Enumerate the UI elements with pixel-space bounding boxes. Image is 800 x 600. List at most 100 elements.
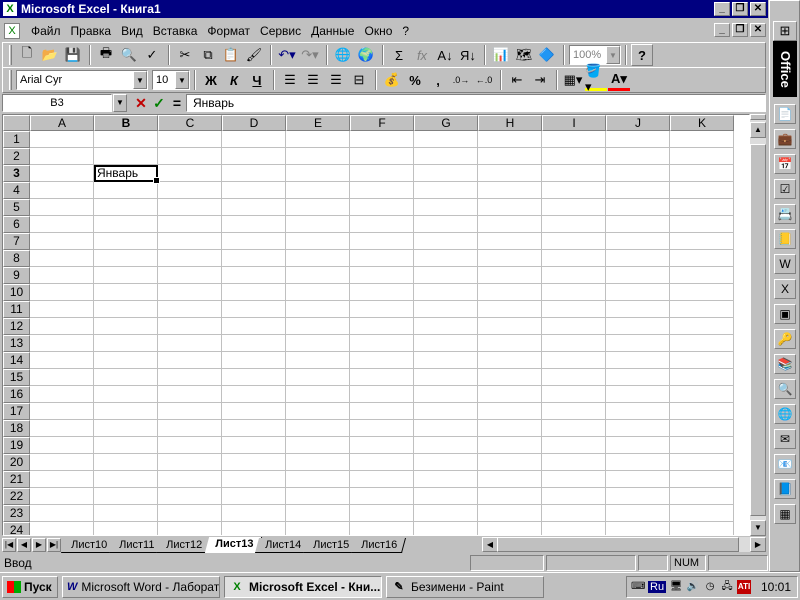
cell-b7[interactable] — [94, 233, 158, 250]
cell-h11[interactable] — [478, 301, 542, 318]
cell-a8[interactable] — [30, 250, 94, 267]
journal-icon[interactable]: 📒 — [774, 229, 796, 249]
cell-e18[interactable] — [286, 420, 350, 437]
prev-sheet-button[interactable]: ◀ — [17, 537, 31, 552]
cell-k10[interactable] — [670, 284, 734, 301]
cell-i19[interactable] — [542, 437, 606, 454]
sheet-tab[interactable]: Лист12 — [156, 538, 212, 553]
increase-indent-icon[interactable]: ⇥ — [529, 69, 551, 91]
format-painter-icon[interactable]: 🖌 — [243, 44, 265, 66]
cell-j9[interactable] — [606, 267, 670, 284]
cell-d19[interactable] — [222, 437, 286, 454]
workbook-icon[interactable]: X — [4, 23, 20, 39]
cell-j2[interactable] — [606, 148, 670, 165]
cell-h20[interactable] — [478, 454, 542, 471]
cell-c12[interactable] — [158, 318, 222, 335]
menu-edit[interactable]: Правка — [66, 24, 117, 38]
cell-a7[interactable] — [30, 233, 94, 250]
cell-f18[interactable] — [350, 420, 414, 437]
column-header-k[interactable]: K — [670, 115, 734, 131]
cell-e20[interactable] — [286, 454, 350, 471]
cell-j18[interactable] — [606, 420, 670, 437]
cell-i20[interactable] — [542, 454, 606, 471]
undo-icon[interactable]: ↶▾ — [276, 44, 298, 66]
cell-f20[interactable] — [350, 454, 414, 471]
cell-j6[interactable] — [606, 216, 670, 233]
cell-i14[interactable] — [542, 352, 606, 369]
cell-e3[interactable] — [286, 165, 350, 182]
cell-d8[interactable] — [222, 250, 286, 267]
cell-h7[interactable] — [478, 233, 542, 250]
scroll-thumb[interactable] — [750, 144, 766, 516]
monitor-icon[interactable]: 🖥 — [669, 580, 683, 594]
cell-a9[interactable] — [30, 267, 94, 284]
cell-e23[interactable] — [286, 505, 350, 522]
chevron-down-icon[interactable]: ▼ — [133, 71, 147, 89]
cell-g20[interactable] — [414, 454, 478, 471]
cell-b12[interactable] — [94, 318, 158, 335]
cell-g22[interactable] — [414, 488, 478, 505]
cell-i7[interactable] — [542, 233, 606, 250]
scroll-down-button[interactable]: ▼ — [750, 520, 766, 536]
cell-e21[interactable] — [286, 471, 350, 488]
cell-h16[interactable] — [478, 386, 542, 403]
cell-f9[interactable] — [350, 267, 414, 284]
cell-h10[interactable] — [478, 284, 542, 301]
cell-f4[interactable] — [350, 182, 414, 199]
cell-f6[interactable] — [350, 216, 414, 233]
language-indicator[interactable]: Ru — [648, 581, 667, 593]
row-header[interactable]: 4 — [3, 182, 30, 199]
cell-j4[interactable] — [606, 182, 670, 199]
cell-k7[interactable] — [670, 233, 734, 250]
row-header[interactable]: 21 — [3, 471, 30, 488]
cell-d20[interactable] — [222, 454, 286, 471]
cell-h2[interactable] — [478, 148, 542, 165]
copy-icon[interactable]: ⧉ — [197, 44, 219, 66]
menu-format[interactable]: Формат — [202, 24, 255, 38]
cell-a11[interactable] — [30, 301, 94, 318]
bookshelf-icon[interactable]: 📘 — [774, 479, 796, 499]
cell-j3[interactable] — [606, 165, 670, 182]
cell-b23[interactable] — [94, 505, 158, 522]
bold-button[interactable]: Ж — [200, 69, 222, 91]
cell-f8[interactable] — [350, 250, 414, 267]
cancel-entry-icon[interactable]: ✕ — [132, 94, 150, 112]
cell-j7[interactable] — [606, 233, 670, 250]
edit-formula-button[interactable]: = — [168, 94, 186, 112]
cell-g12[interactable] — [414, 318, 478, 335]
currency-icon[interactable]: 💰 — [381, 69, 403, 91]
cell-j12[interactable] — [606, 318, 670, 335]
cell-c4[interactable] — [158, 182, 222, 199]
close-button[interactable]: ✕ — [750, 2, 766, 16]
row-header[interactable]: 14 — [3, 352, 30, 369]
cell-d6[interactable] — [222, 216, 286, 233]
cell-j5[interactable] — [606, 199, 670, 216]
last-sheet-button[interactable]: ▶| — [47, 537, 61, 552]
column-header-f[interactable]: F — [350, 115, 414, 131]
menu-view[interactable]: Вид — [116, 24, 148, 38]
cell-a12[interactable] — [30, 318, 94, 335]
cell-g2[interactable] — [414, 148, 478, 165]
cell-d23[interactable] — [222, 505, 286, 522]
cell-k16[interactable] — [670, 386, 734, 403]
cell-a3[interactable] — [30, 165, 94, 182]
scroll-right-button[interactable]: ▶ — [750, 537, 766, 552]
sticky-note-icon[interactable]: 📄 — [774, 104, 796, 124]
cell-f22[interactable] — [350, 488, 414, 505]
cell-e12[interactable] — [286, 318, 350, 335]
chart-wizard-icon[interactable]: 📊 — [490, 44, 512, 66]
cell-c8[interactable] — [158, 250, 222, 267]
cell-h3[interactable] — [478, 165, 542, 182]
cell-a17[interactable] — [30, 403, 94, 420]
cell-j14[interactable] — [606, 352, 670, 369]
cell-b1[interactable] — [94, 131, 158, 148]
office-assistant-help-icon[interactable]: ? — [631, 44, 653, 66]
spelling-icon[interactable]: ✓ — [141, 44, 163, 66]
cell-a23[interactable] — [30, 505, 94, 522]
cell-g4[interactable] — [414, 182, 478, 199]
align-right-icon[interactable]: ☰ — [325, 69, 347, 91]
mail-icon[interactable]: ✉ — [774, 429, 796, 449]
cell-e15[interactable] — [286, 369, 350, 386]
menu-window[interactable]: Окно — [359, 24, 397, 38]
keyboard-icon[interactable]: ⌨ — [631, 580, 645, 594]
